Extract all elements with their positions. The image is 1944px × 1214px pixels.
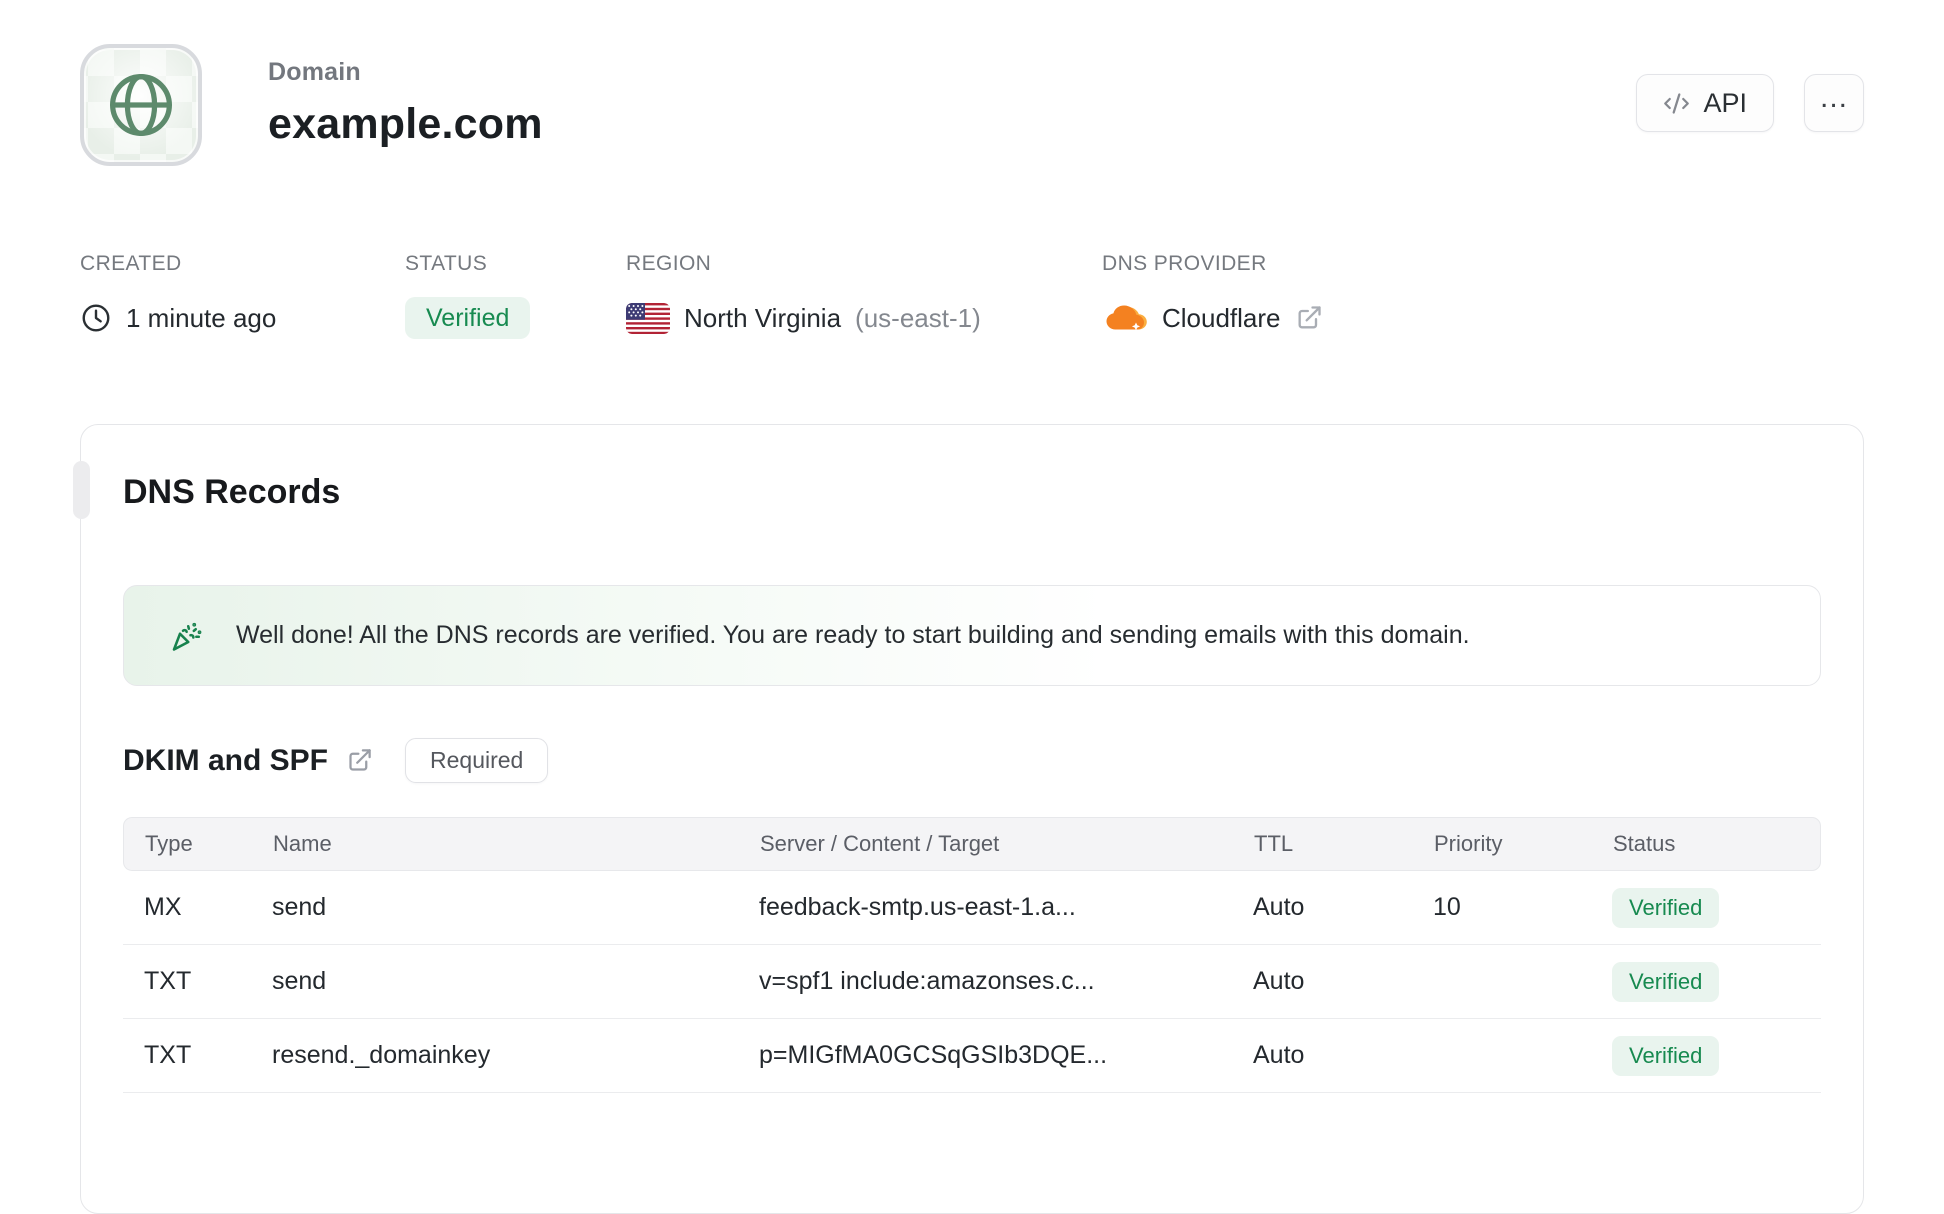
cell-ttl: Auto [1253,967,1305,995]
cell-name: resend._domainkey [272,1041,491,1069]
column-header-type: Type [145,831,193,856]
page-title: example.com [268,100,543,148]
created-label: CREATED [80,252,182,275]
cell-name: send [272,893,327,921]
column-header-content: Server / Content / Target [760,831,1000,856]
record-status-badge: Verified [1612,887,1720,928]
cell-name: send [272,967,327,995]
external-link-icon[interactable] [1295,304,1323,332]
api-button-label: API [1703,87,1747,118]
cell-type: TXT [144,1041,192,1069]
domain-avatar [80,44,202,166]
dkim-spf-section-header: DKIM and SPF Required [123,738,549,783]
dns-provider-value: Cloudflare [1162,302,1281,333]
cell-ttl: Auto [1253,1041,1305,1069]
domain-kicker-label: Domain [268,58,361,86]
cell-type: TXT [144,967,192,995]
cell-ttl: Auto [1253,893,1305,921]
cell-content[interactable]: p=MIGfMA0GCSqGSIb3DQE... [759,1041,1253,1070]
column-header-ttl: TTL [1254,831,1294,856]
region-label: REGION [626,252,712,275]
cloudflare-icon [1102,302,1148,334]
record-status-badge: Verified [1612,1035,1720,1076]
header-text: Domain example.com [268,58,543,149]
created-value: 1 minute ago [126,302,277,333]
verified-success-alert: Well done! All the DNS records are verif… [123,585,1821,686]
required-badge: Required [405,738,549,783]
table-row: TXT resend._domainkey p=MIGfMA0GCSqGSIb3… [123,1019,1821,1093]
meta-region: REGION North Virginia (us-east-1) [626,252,981,339]
scrollbar-thumb[interactable] [73,461,90,519]
meta-status: STATUS Verified [405,252,531,339]
dns-provider-label: DNS PROVIDER [1102,252,1267,275]
more-options-button[interactable]: ... [1804,74,1864,132]
us-flag-icon [626,302,670,334]
ellipsis-icon: ... [1819,81,1848,114]
meta-dns-provider: DNS PROVIDER Cloudflare [1102,252,1323,339]
clock-icon [80,302,112,334]
cell-content[interactable]: v=spf1 include:amazonses.c... [759,967,1253,996]
cell-priority: 10 [1433,893,1461,921]
alert-message: Well done! All the DNS records are verif… [236,621,1470,649]
api-button[interactable]: API [1636,74,1774,132]
dns-records-table: Type Name Server / Content / Target TTL … [123,817,1821,1093]
region-code: (us-east-1) [855,302,981,333]
region-value: North Virginia [684,302,842,333]
meta-created: CREATED 1 minute ago [80,252,276,339]
cell-type: MX [144,893,182,921]
dkim-spf-title: DKIM and SPF [123,743,329,777]
cell-content[interactable]: feedback-smtp.us-east-1.a... [759,893,1253,922]
column-header-priority: Priority [1434,831,1503,856]
status-label: STATUS [405,252,488,275]
confetti-icon [168,618,204,654]
table-row: MX send feedback-smtp.us-east-1.a... Aut… [123,871,1821,945]
code-icon [1663,90,1690,117]
globe-icon [104,68,178,142]
column-header-name: Name [273,831,332,856]
column-header-status: Status [1613,831,1676,856]
domain-detail-page: Domain example.com API ... CREATED 1 min… [0,0,1944,1214]
dns-records-title: DNS Records [123,473,341,511]
dns-records-card: DNS Records Well done! All the DNS recor… [73,424,1864,1214]
status-badge: Verified [405,297,531,339]
external-link-icon[interactable] [346,747,373,774]
table-header-row: Type Name Server / Content / Target TTL … [123,817,1821,871]
record-status-badge: Verified [1612,961,1720,1002]
table-row: TXT send v=spf1 include:amazonses.c... A… [123,945,1821,1019]
header-actions: API ... [1636,74,1864,132]
